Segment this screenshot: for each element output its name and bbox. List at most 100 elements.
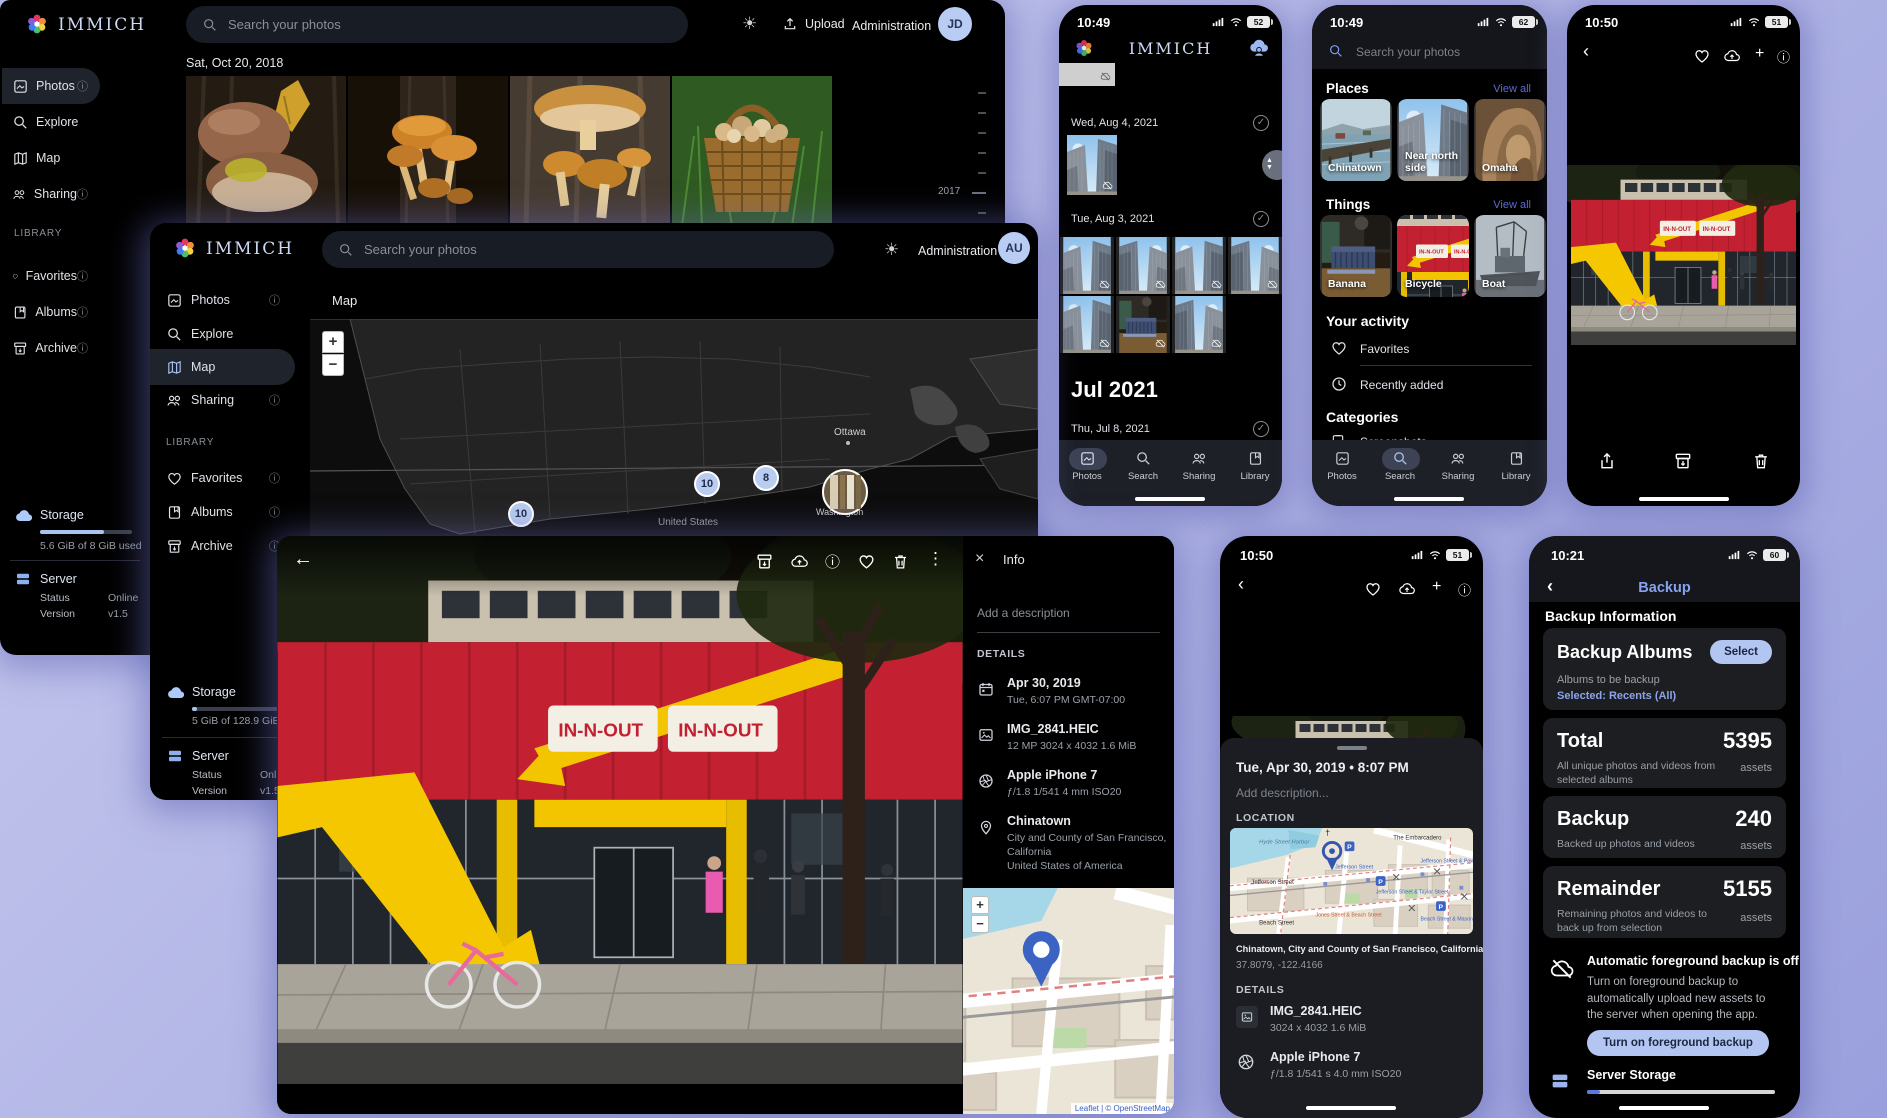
photo-thumbnail[interactable] [348, 76, 508, 226]
user-avatar[interactable]: JD [938, 7, 972, 41]
info-icon[interactable]: ⓘ [269, 470, 280, 486]
location-map[interactable]: PPP † Hyde Street Harbor The Embarcadero… [1230, 828, 1473, 934]
close-icon[interactable]: × [975, 550, 984, 568]
photo-thumbnail[interactable] [1172, 296, 1226, 353]
places-view-all-link[interactable]: View all [1493, 83, 1531, 95]
search-input[interactable]: Search your photos [322, 231, 834, 268]
upload-button[interactable]: Upload [782, 16, 845, 32]
search-input[interactable]: Search your photos [1356, 45, 1460, 59]
nav-item-library[interactable]: Library [1488, 450, 1544, 482]
nav-item-sharing[interactable]: Sharing [1171, 450, 1227, 482]
info-icon[interactable]: ⓘ [269, 292, 280, 308]
thing-card-boat[interactable]: Boat [1474, 215, 1546, 297]
sidebar-item-albums[interactable]: Albumsⓘ [2, 294, 100, 330]
nav-item-library[interactable]: Library [1227, 450, 1282, 482]
sheet-drag-handle[interactable] [1337, 746, 1367, 750]
place-card-near-north-side[interactable]: Near north side [1397, 99, 1469, 181]
archive-icon[interactable] [1673, 451, 1693, 471]
sidebar-item-explore[interactable]: Explore [2, 104, 100, 140]
select-group-check[interactable]: ✓ [1253, 421, 1269, 437]
info-icon[interactable]: ⓘ [269, 504, 280, 520]
info-icon[interactable]: ⓘ [1458, 580, 1471, 599]
map-zoom-out-button[interactable]: − [322, 354, 344, 376]
upload-cloud-icon[interactable] [1723, 47, 1741, 65]
info-icon[interactable]: ⓘ [77, 78, 88, 94]
trash-icon[interactable] [1751, 451, 1771, 471]
info-icon[interactable]: ⓘ [77, 340, 88, 356]
sidebar-item-map-selected[interactable]: Map [150, 349, 295, 385]
back-chevron-icon[interactable]: ‹ [1583, 41, 1589, 62]
info-icon[interactable]: ⓘ [77, 304, 88, 320]
favorite-heart-icon[interactable] [1693, 47, 1711, 65]
turn-on-backup-button[interactable]: Turn on foreground backup [1587, 1030, 1769, 1056]
add-plus-icon[interactable]: + [1755, 45, 1764, 63]
photo-thumbnail[interactable] [1067, 135, 1117, 195]
photo-thumbnail[interactable] [186, 76, 346, 226]
backup-cloud-user-icon[interactable] [1248, 37, 1270, 59]
map-attribution[interactable]: Leaflet | © OpenStreetMap [1071, 1103, 1174, 1114]
nav-item-photos[interactable]: Photos [1059, 450, 1115, 482]
administration-link[interactable]: Administration [918, 244, 997, 258]
sidebar-item-favorites[interactable]: Favoritesⓘ [2, 258, 100, 294]
place-card-omaha[interactable]: Omaha [1474, 99, 1546, 181]
innout-photo[interactable] [277, 536, 963, 1084]
info-minimap[interactable]: Bay Street US 101 + − Leaflet | © OpenSt… [963, 888, 1174, 1114]
activity-recently-added[interactable]: Recently added [1360, 378, 1443, 392]
theme-toggle-icon[interactable]: ☀ [742, 14, 757, 34]
place-card-chinatown[interactable]: Chinatown [1320, 99, 1392, 181]
select-button[interactable]: Select [1710, 640, 1772, 664]
search-input[interactable]: Search your photos [186, 6, 688, 43]
photo-thumbnail[interactable] [1116, 296, 1170, 353]
trash-icon[interactable] [891, 552, 910, 571]
user-avatar[interactable]: AU [998, 232, 1030, 264]
description-input[interactable]: Add description... [1236, 786, 1329, 800]
nav-item-sharing[interactable]: Sharing [1430, 450, 1486, 482]
thing-card-bicycle[interactable]: Bicycle [1397, 215, 1469, 297]
info-icon[interactable]: ⓘ [269, 392, 280, 408]
map-zoom-in-button[interactable]: + [322, 331, 344, 353]
map-cluster[interactable]: 10 [508, 501, 534, 527]
favorite-heart-icon[interactable] [1364, 580, 1382, 598]
sidebar-item-explore[interactable]: Explore [152, 317, 292, 351]
info-icon[interactable]: ⓘ [1777, 47, 1790, 66]
minimap-zoom-in-button[interactable]: + [971, 896, 989, 914]
sidebar-item-sharing[interactable]: Sharingⓘ [2, 176, 100, 212]
info-icon[interactable]: ⓘ [77, 186, 88, 202]
sidebar-item-map[interactable]: Map [2, 140, 100, 176]
map-cluster[interactable]: 8 [753, 465, 779, 491]
info-icon[interactable]: ⓘ [825, 551, 840, 572]
select-group-check[interactable]: ✓ [1253, 211, 1269, 227]
minimap-zoom-out-button[interactable]: − [971, 915, 989, 933]
administration-link[interactable]: Administration [852, 19, 931, 33]
scrollbar-handle[interactable]: ▲▼ [1262, 150, 1282, 180]
map-photo-cluster[interactable] [823, 470, 867, 514]
sidebar-item-favorites[interactable]: Favoritesⓘ [152, 461, 292, 495]
thing-card-banana[interactable]: Banana [1320, 215, 1392, 297]
archive-icon[interactable] [755, 552, 774, 571]
back-chevron-icon[interactable]: ‹ [1238, 574, 1244, 595]
photo-thumbnail[interactable] [1116, 237, 1170, 294]
sidebar-item-archive[interactable]: Archiveⓘ [2, 330, 100, 366]
select-group-check[interactable]: ✓ [1253, 115, 1269, 131]
sidebar-item-archive[interactable]: Archiveⓘ [152, 529, 292, 563]
photo-thumbnail[interactable] [1059, 63, 1115, 86]
photo-thumbnail[interactable] [672, 76, 832, 226]
map-cluster[interactable]: 10 [694, 471, 720, 497]
theme-toggle-icon[interactable]: ☀ [884, 240, 899, 260]
upload-cloud-icon[interactable] [1398, 580, 1416, 598]
sidebar-item-sharing[interactable]: Sharingⓘ [152, 383, 292, 417]
info-icon[interactable]: ⓘ [77, 268, 88, 284]
things-view-all-link[interactable]: View all [1493, 199, 1531, 211]
nav-item-search[interactable]: Search [1115, 450, 1171, 482]
nav-item-search[interactable]: Search [1372, 450, 1428, 482]
activity-favorites[interactable]: Favorites [1360, 342, 1409, 356]
sidebar-item-photos[interactable]: Photosⓘ [2, 68, 100, 104]
description-input[interactable]: Add a description [977, 606, 1070, 620]
photo-thumbnail[interactable] [510, 76, 670, 226]
favorite-heart-icon[interactable] [857, 552, 876, 571]
add-plus-icon[interactable]: + [1432, 578, 1441, 596]
photo-thumbnail[interactable] [1172, 237, 1226, 294]
photo-thumbnail[interactable] [1060, 296, 1114, 353]
nav-item-photos[interactable]: Photos [1314, 450, 1370, 482]
photo-thumbnail[interactable] [1228, 237, 1282, 294]
